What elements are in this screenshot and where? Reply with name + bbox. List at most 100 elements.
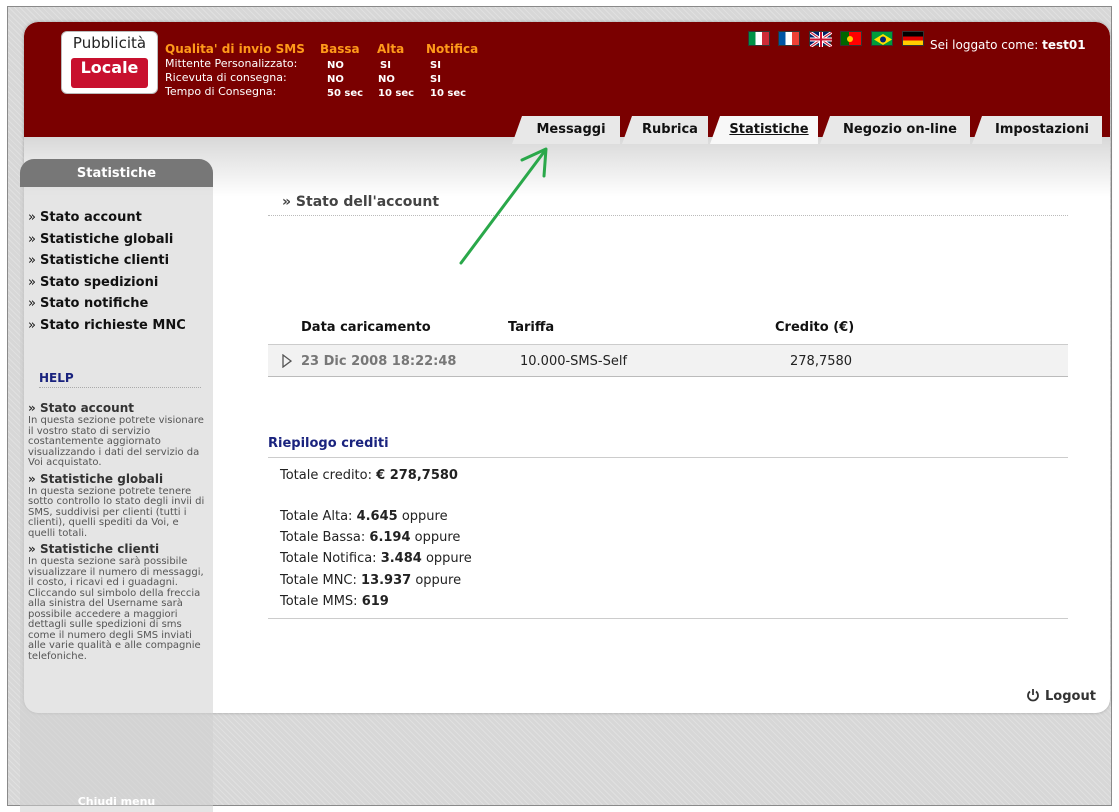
sidebar-menu: » Stato account » Statistiche globali » Sta… (28, 207, 186, 336)
tab-statistiche[interactable]: Statistiche (710, 116, 818, 144)
summary-value: € 278,7580 (376, 468, 458, 483)
summary-divider (268, 618, 1068, 619)
quality-row-label: Tempo di Consegna: (165, 85, 277, 98)
sidebar-item-stato-spedizioni[interactable]: » Stato spedizioni (28, 272, 186, 294)
logo-text-bottom: Locale (71, 58, 148, 88)
sidebar-item-stato-notifiche[interactable]: » Stato notifiche (28, 293, 186, 315)
sidebar-item-stato-account[interactable]: » Stato account (28, 207, 186, 229)
summary-label: Totale MNC: (280, 573, 362, 588)
raquo-icon: » (28, 542, 36, 556)
help-heading-label: Statistiche globali (39, 471, 164, 486)
summary-value: 13.937 (361, 573, 412, 588)
summary-value: 3.484 (380, 551, 422, 566)
quality-value: SI (430, 60, 441, 71)
summary-label: Totale Alta: (280, 509, 357, 524)
raquo-icon: » (28, 296, 36, 311)
sidebar-item-label: Stato notifiche (39, 296, 149, 311)
pt-emblem-icon (847, 36, 853, 42)
summary-value: 6.194 (369, 530, 411, 545)
login-prefix: Sei loggato come: (930, 38, 1043, 52)
tab-impostazioni[interactable]: Impostazioni (972, 116, 1102, 144)
tab-rubrica[interactable]: Rubrica (622, 116, 708, 144)
quality-value: 50 sec (327, 88, 364, 99)
summary-suffix: oppure (421, 551, 472, 566)
raquo-icon: » (28, 210, 36, 225)
quality-col-bassa: Bassa (320, 42, 360, 56)
sidebar-item-stato-mnc[interactable]: » Stato richieste MNC (28, 315, 186, 337)
raquo-icon: » (28, 274, 36, 290)
close-menu-button[interactable]: Chiudi menu (20, 795, 213, 808)
summary-label: Totale MMS: (280, 594, 362, 609)
quality-value: 10 sec (430, 88, 467, 99)
flag-fr-icon[interactable] (778, 31, 800, 46)
cell-date: 23 Dic 2008 18:22:48 (301, 354, 457, 369)
logout-button[interactable]: Logout (1026, 688, 1096, 704)
br-diamond-icon (874, 34, 892, 45)
help-title: HELP (39, 371, 201, 388)
logout-label: Logout (1045, 689, 1096, 704)
raquo-icon: » (28, 401, 36, 415)
help-heading: » Statistiche clienti (28, 541, 208, 557)
quality-row-label: Ricevuta di consegna: (165, 71, 287, 84)
quality-value: SI (430, 74, 441, 85)
quality-col-alta: Alta (377, 42, 405, 56)
quality-value: 10 sec (378, 88, 415, 99)
summary-suffix: oppure (411, 573, 462, 588)
table-header-tariff: Tariffa (508, 320, 555, 335)
sidebar-item-label: Statistiche globali (39, 231, 174, 247)
quality-value: NO (327, 60, 344, 71)
summary-line: Totale MMS: 619 (280, 594, 389, 609)
summary-divider (268, 457, 1068, 458)
summary-suffix: oppure (410, 530, 461, 545)
help-heading: » Statistiche globali (28, 471, 208, 487)
sidebar-title: Statistiche (20, 159, 213, 187)
summary-label: Totale Notifica: (280, 551, 381, 566)
sidebar-item-statistiche-globali[interactable]: » Statistiche globali (28, 229, 186, 251)
tab-messaggi[interactable]: Messaggi (512, 116, 620, 144)
expand-arrow-icon[interactable] (282, 354, 292, 368)
raquo-icon: » (28, 471, 36, 486)
sidebar-item-statistiche-clienti[interactable]: » Statistiche clienti (28, 250, 186, 272)
title-divider (268, 215, 1068, 216)
quality-title: Qualita' di invio SMS (165, 42, 305, 56)
help-panel: » Stato account In questa sezione potret… (28, 400, 208, 664)
quality-col-notifica: Notifica (426, 42, 479, 56)
table-header-credit: Credito (€) (775, 320, 855, 335)
logo[interactable]: Pubblicità Locale (61, 31, 158, 94)
raquo-icon: » (28, 253, 36, 268)
logo-text-top: Pubblicità (72, 34, 147, 52)
power-icon (1027, 689, 1039, 702)
help-text: In questa sezione potrete visionare il v… (28, 415, 204, 468)
table-row[interactable]: 23 Dic 2008 18:22:48 10.000-SMS-Self 278… (268, 344, 1068, 377)
flag-uk-icon[interactable] (809, 30, 833, 49)
summary-line: Totale Notifica: 3.484 oppure (280, 551, 472, 566)
summary-value: 619 (361, 594, 389, 609)
help-heading-label: Stato account (39, 401, 134, 415)
summary-suffix: oppure (397, 509, 448, 524)
summary-total-credit: Totale credito: € 278,7580 (280, 468, 458, 483)
flag-de-icon[interactable] (902, 31, 924, 46)
quality-row-label: Mittente Personalizzato: (165, 57, 298, 70)
cell-credit: 278,7580 (790, 354, 853, 369)
flag-br-icon[interactable] (871, 31, 893, 46)
raquo-icon: » (28, 317, 36, 333)
summary-line: Totale Bassa: 6.194 oppure (280, 530, 460, 545)
login-user: test01 (1042, 38, 1086, 52)
page-title: » Stato dell'account (282, 194, 440, 210)
summary-title: Riepilogo crediti (268, 436, 389, 451)
flag-pt-icon[interactable] (840, 31, 862, 46)
sidebar-item-label: Stato spedizioni (39, 274, 159, 290)
table-header-date: Data caricamento (301, 320, 431, 335)
summary-label: Totale Bassa: (280, 530, 370, 545)
sidebar-item-label: Stato account (39, 210, 142, 225)
summary-line: Totale MNC: 13.937 oppure (280, 573, 461, 588)
tab-negozio[interactable]: Negozio on-line (820, 116, 970, 144)
quality-value: NO (378, 74, 395, 85)
help-heading-label: Statistiche clienti (39, 542, 160, 556)
help-text: In questa sezione sarà possibile visuali… (28, 556, 204, 662)
flag-it-icon[interactable] (748, 31, 770, 46)
raquo-icon: » (28, 231, 36, 247)
uk-cross-icon (809, 30, 833, 49)
sidebar-item-label: Stato richieste MNC (39, 317, 186, 333)
quality-value: SI (380, 60, 391, 71)
